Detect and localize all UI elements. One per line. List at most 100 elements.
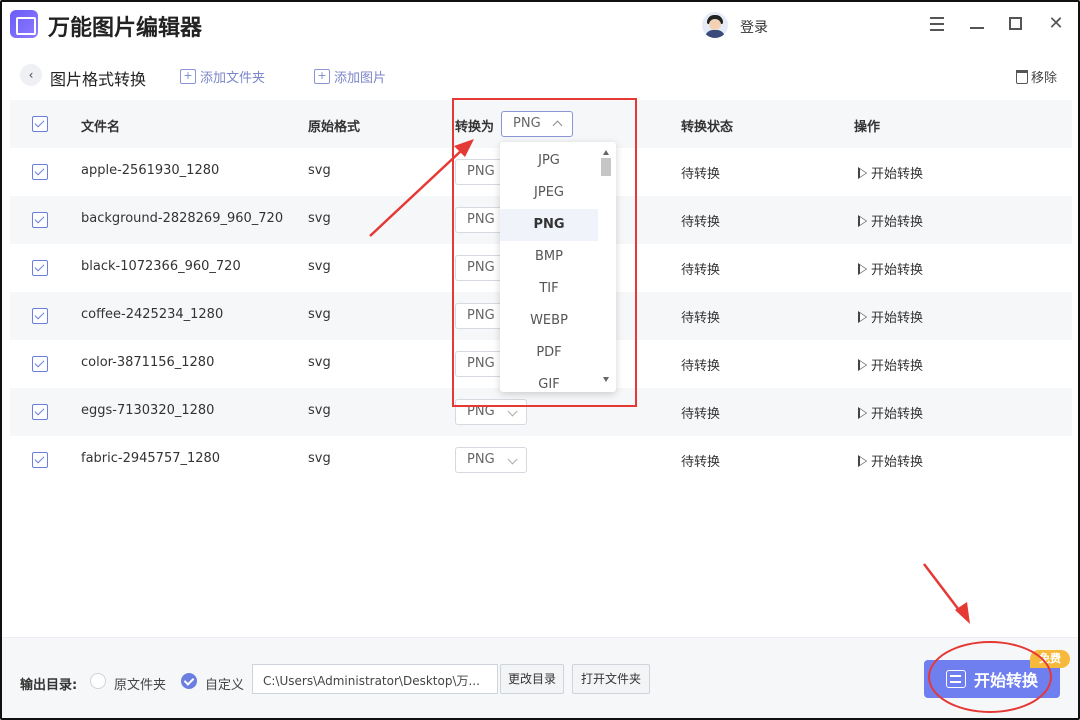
maximize-icon[interactable] <box>1006 14 1026 34</box>
format-option-bmp[interactable]: BMP <box>500 241 598 273</box>
filename-cell: coffee-2425234_1280 <box>81 307 224 322</box>
table-row: fabric-2945757_1280 svg PNG 待转换 开始转换 <box>10 436 1072 484</box>
target-format-select[interactable]: PNG <box>455 447 527 473</box>
start-convert-row-button[interactable]: 开始转换 <box>858 451 923 470</box>
target-format-value: PNG <box>467 260 495 275</box>
app-title: 万能图片编辑器 <box>48 16 203 41</box>
swap-icon <box>945 670 966 688</box>
row-checkbox[interactable] <box>32 452 48 468</box>
open-folder-button[interactable]: 打开文件夹 <box>572 664 650 694</box>
format-option-pdf[interactable]: PDF <box>500 337 598 369</box>
status-cell: 待转换 <box>681 455 721 470</box>
filename-cell: fabric-2945757_1280 <box>81 451 221 466</box>
start-convert-row-button[interactable]: 开始转换 <box>858 211 923 230</box>
close-icon[interactable]: ✕ <box>1046 14 1066 34</box>
action-label: 开始转换 <box>871 455 924 470</box>
format-option-png[interactable]: PNG <box>500 209 598 241</box>
column-filename: 文件名 <box>81 120 121 135</box>
avatar-icon[interactable] <box>702 12 728 38</box>
status-cell: 待转换 <box>681 359 721 374</box>
column-original-format: 原始格式 <box>308 120 361 135</box>
chevron-down-icon <box>507 406 518 417</box>
action-label: 开始转换 <box>871 167 924 182</box>
play-icon <box>858 262 867 275</box>
scroll-up-icon[interactable] <box>603 150 609 155</box>
format-cell: svg <box>308 211 331 226</box>
format-cell: svg <box>308 451 331 466</box>
row-checkbox[interactable] <box>32 164 48 180</box>
action-label: 开始转换 <box>871 311 924 326</box>
add-image-button[interactable]: + 添加图片 <box>314 67 386 86</box>
format-option-tif[interactable]: TIF <box>500 273 598 305</box>
format-option-jpeg[interactable]: JPEG <box>500 177 598 209</box>
login-link[interactable]: 登录 <box>740 17 768 37</box>
row-checkbox[interactable] <box>32 212 48 228</box>
remove-button[interactable]: 移除 <box>1016 67 1057 86</box>
status-cell: 待转换 <box>681 311 721 326</box>
play-icon <box>858 166 867 179</box>
scroll-thumb[interactable] <box>601 158 611 176</box>
remove-label: 移除 <box>1031 71 1058 86</box>
back-icon[interactable]: ‹ <box>20 64 42 86</box>
filename-cell: color-3871156_1280 <box>81 355 215 370</box>
target-format-value: PNG <box>467 356 495 371</box>
play-icon <box>858 406 867 419</box>
status-cell: 待转换 <box>681 215 721 230</box>
format-option-jpg[interactable]: JPG <box>500 145 598 177</box>
start-convert-row-button[interactable]: 开始转换 <box>858 259 923 278</box>
format-dropdown-list: JPG JPEG PNG BMP TIF WEBP PDF GIF <box>500 142 616 392</box>
start-convert-row-button[interactable]: 开始转换 <box>858 355 923 374</box>
radio-custom[interactable] <box>181 673 197 689</box>
output-path-field[interactable]: C:\Users\Administrator\Desktop\万... <box>252 664 498 694</box>
format-option-gif[interactable]: GIF <box>500 369 598 392</box>
play-icon <box>858 358 867 371</box>
add-folder-button[interactable]: + 添加文件夹 <box>180 67 265 86</box>
radio-original-folder[interactable] <box>90 673 106 689</box>
batch-format-value: PNG <box>513 116 541 131</box>
row-checkbox[interactable] <box>32 404 48 420</box>
app-logo-icon <box>10 10 38 38</box>
free-badge: 免费 <box>1030 650 1070 668</box>
status-cell: 待转换 <box>681 263 721 278</box>
dropdown-scrollbar[interactable] <box>600 150 612 386</box>
play-icon <box>858 310 867 323</box>
column-convert-to: 转换为 <box>455 120 495 135</box>
row-checkbox[interactable] <box>32 260 48 276</box>
target-format-value: PNG <box>467 452 495 467</box>
batch-format-select[interactable]: PNG <box>501 111 573 137</box>
scroll-down-icon[interactable] <box>603 377 609 382</box>
add-folder-icon: + <box>180 69 196 84</box>
row-checkbox[interactable] <box>32 356 48 372</box>
status-cell: 待转换 <box>681 407 721 422</box>
format-cell: svg <box>308 259 331 274</box>
table-row: eggs-7130320_1280 svg PNG 待转换 开始转换 <box>10 388 1072 436</box>
add-image-label: 添加图片 <box>334 71 387 86</box>
start-convert-row-button[interactable]: 开始转换 <box>858 307 923 326</box>
play-icon <box>858 454 867 467</box>
filename-cell: eggs-7130320_1280 <box>81 403 215 418</box>
row-checkbox[interactable] <box>32 308 48 324</box>
format-cell: svg <box>308 163 331 178</box>
format-cell: svg <box>308 355 331 370</box>
page-title: 图片格式转换 <box>50 70 147 89</box>
trash-icon <box>1016 69 1028 84</box>
format-cell: svg <box>308 403 331 418</box>
target-format-value: PNG <box>467 308 495 323</box>
action-label: 开始转换 <box>871 359 924 374</box>
start-convert-row-button[interactable]: 开始转换 <box>858 403 923 422</box>
target-format-value: PNG <box>467 212 495 227</box>
action-label: 开始转换 <box>871 215 924 230</box>
format-option-webp[interactable]: WEBP <box>500 305 598 337</box>
filename-cell: apple-2561930_1280 <box>81 163 220 178</box>
radio-custom-label: 自定义 <box>205 678 245 693</box>
filename-cell: black-1072366_960_720 <box>81 259 241 274</box>
minimize-icon[interactable] <box>968 14 988 34</box>
action-label: 开始转换 <box>871 407 924 422</box>
change-dir-button[interactable]: 更改目录 <box>500 664 564 694</box>
start-convert-row-button[interactable]: 开始转换 <box>858 163 923 182</box>
menu-icon[interactable] <box>928 14 948 34</box>
filename-cell: background-2828269_960_720 <box>81 211 284 226</box>
select-all-checkbox[interactable] <box>32 116 48 132</box>
add-folder-label: 添加文件夹 <box>200 71 266 86</box>
target-format-select[interactable]: PNG <box>455 399 527 425</box>
